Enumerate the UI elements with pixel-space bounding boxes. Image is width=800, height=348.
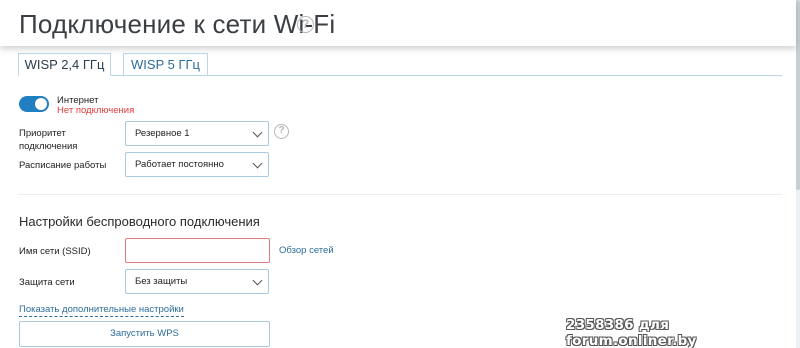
chevron-down-icon [252,127,263,138]
start-wps-button[interactable]: Запустить WPS [19,321,270,347]
internet-toggle[interactable] [19,96,49,112]
scrollbar[interactable] [796,0,800,348]
scrollbar-thumb[interactable] [796,0,800,190]
help-icon[interactable]: ? [297,16,314,33]
priority-label-line2: подключения [19,141,78,152]
security-select-value: Без защиты [135,276,188,287]
scan-networks-link[interactable]: Обзор сетей [279,245,334,256]
security-label: Защита сети [19,277,75,288]
schedule-select[interactable]: Работает постоянно [125,152,269,177]
toggle-knob [35,98,47,110]
page-header: Подключение к сети Wi-Fi ? [0,0,796,46]
schedule-select-value: Работает постоянно [135,159,224,170]
schedule-label: Расписание работы [19,160,107,171]
priority-select-value: Резервное 1 [135,128,190,139]
tab-wisp-24[interactable]: WISP 2,4 ГГц [18,53,111,76]
priority-label: Приоритет подключения [19,127,77,153]
page-title: Подключение к сети Wi-Fi [19,9,336,39]
chevron-down-icon [252,275,263,286]
tab-wisp-5[interactable]: WISP 5 ГГц [123,53,208,76]
chevron-down-icon [252,158,263,169]
advanced-settings-link[interactable]: Показать дополнительные настройки [19,304,184,317]
watermark: 2358386 для forum.onliner.by [566,317,697,348]
security-select[interactable]: Без защиты [125,269,269,294]
help-icon[interactable]: ? [274,124,289,139]
priority-select[interactable]: Резервное 1 [125,121,269,146]
ssid-input[interactable] [125,238,270,263]
ssid-label: Имя сети (SSID) [19,246,91,257]
priority-label-line1: Приоритет [19,128,66,139]
section-divider [18,194,782,195]
wireless-section-title: Настройки беспроводного подключения [19,214,260,229]
internet-status: Нет подключения [57,105,135,116]
